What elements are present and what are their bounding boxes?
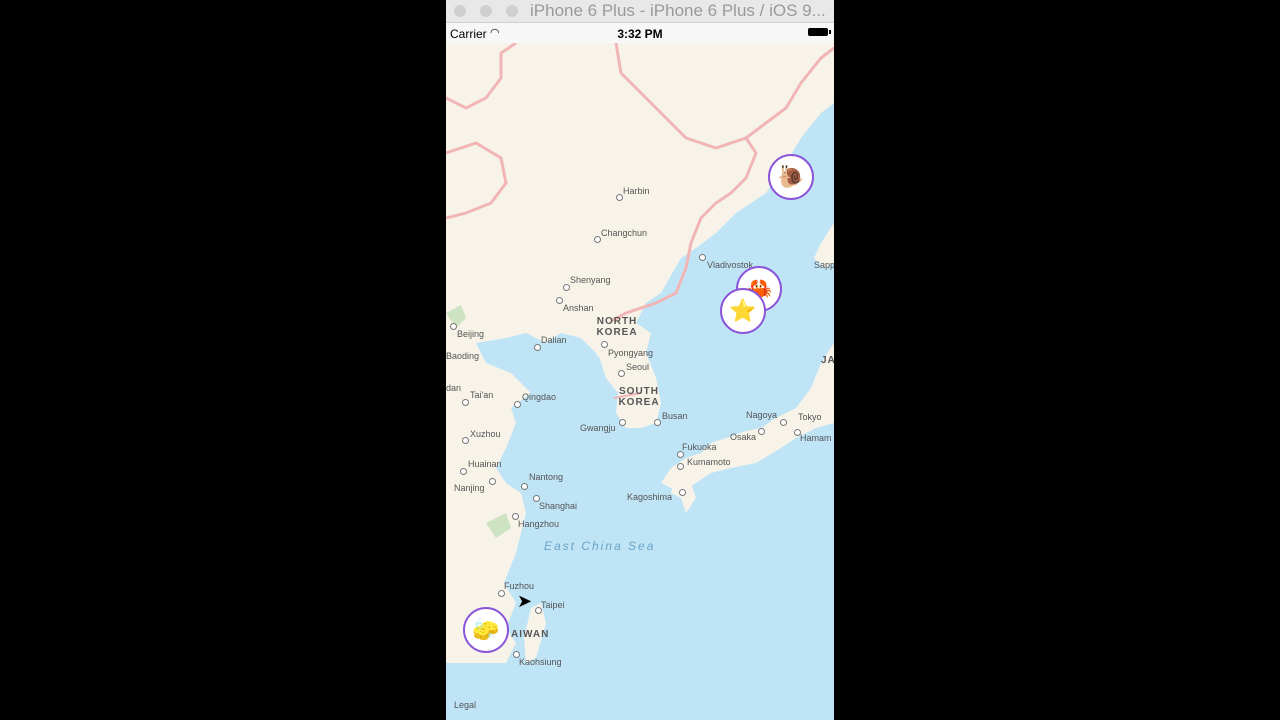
window-title: iPhone 6 Plus - iPhone 6 Plus / iOS 9...	[530, 1, 826, 20]
city-label-osaka: Osaka	[730, 432, 757, 442]
snail-character-icon[interactable]: 🐌	[768, 154, 814, 200]
legal-link[interactable]: Legal	[454, 700, 476, 710]
city-dot	[699, 254, 706, 261]
city-label-nanjing: Nanjing	[454, 483, 485, 493]
city-label-seoul: Seoul	[626, 362, 650, 372]
city-label-fukuoka: Fukuoka	[682, 442, 717, 452]
zoom-window-button[interactable]	[506, 5, 518, 17]
pin-glyph: 🧽	[472, 617, 500, 642]
city-label-xuzhou: Xuzhou	[470, 429, 501, 439]
city-dot	[450, 323, 457, 330]
city-label-taipei: Taipei	[541, 600, 565, 610]
pin-glyph: ⭐	[729, 298, 757, 323]
sea-label-east-china-sea: East China Sea	[544, 539, 656, 553]
map-view[interactable]: Harbin Changchun Vladivostok Sapp Shenya…	[446, 43, 834, 720]
city-dot	[679, 489, 686, 496]
starfish-character-icon[interactable]: ⭐	[720, 288, 766, 334]
country-label-taiwan: AIWAN	[511, 629, 550, 640]
city-label-baoding: Baoding	[446, 351, 480, 361]
city-label-kumamoto: Kumamoto	[687, 457, 731, 467]
city-dot	[654, 419, 661, 426]
ios-status-bar: Carrier ◠ 3:32 PM	[446, 23, 834, 43]
city-dot	[677, 463, 684, 470]
city-dot	[594, 236, 601, 243]
pin-glyph: 🐌	[777, 164, 805, 189]
city-dot	[462, 437, 469, 444]
country-label-japan: JA	[821, 355, 834, 366]
city-dot	[563, 284, 570, 291]
city-label-tokyo: Tokyo	[798, 412, 822, 422]
city-label-pyongyang: Pyongyang	[608, 348, 654, 358]
city-label-qingdao: Qingdao	[522, 392, 557, 402]
city-dot	[758, 428, 765, 435]
city-label-kagoshima: Kagoshima	[627, 492, 673, 502]
simulator-title-bar: iPhone 6 Plus - iPhone 6 Plus / iOS 9...	[446, 0, 834, 23]
city-label-harbin: Harbin	[623, 186, 650, 196]
city-dot	[780, 419, 787, 426]
city-label-huainan: Huainan	[468, 459, 502, 469]
close-window-button[interactable]	[454, 5, 466, 17]
city-label-fuzhou: Fuzhou	[504, 581, 535, 591]
city-dot	[460, 468, 467, 475]
city-label-anshan: Anshan	[563, 303, 594, 313]
city-label-hangzhou: Hangzhou	[518, 519, 560, 529]
country-label-south-korea: SOUTH KOREA	[618, 386, 660, 408]
city-label-nagoya: Nagoya	[746, 410, 778, 420]
city-dot	[521, 483, 528, 490]
status-time: 3:32 PM	[617, 27, 663, 41]
city-label-kaohsiung: Kaohsiung	[519, 657, 562, 667]
city-label-gwangju: Gwangju	[580, 423, 616, 433]
city-dot	[619, 419, 626, 426]
city-dot	[498, 590, 505, 597]
city-dot	[618, 370, 625, 377]
city-label-taian: Tai'an	[470, 390, 494, 400]
city-label-dan: dan	[446, 383, 462, 393]
mouse-cursor-icon: ➤	[517, 591, 533, 611]
city-dot	[534, 344, 541, 351]
city-label-shanghai: Shanghai	[539, 501, 578, 511]
city-dot	[514, 401, 521, 408]
city-dot	[616, 194, 623, 201]
city-dot	[601, 341, 608, 348]
city-label-dalian: Dalian	[541, 335, 567, 345]
city-dot	[489, 478, 496, 485]
battery-icon	[808, 28, 831, 36]
city-dot	[556, 297, 563, 304]
city-label-nantong: Nantong	[529, 472, 564, 482]
city-dot	[462, 399, 469, 406]
city-label-beijing: Beijing	[457, 329, 485, 339]
city-dot	[677, 451, 684, 458]
city-label-shenyang: Shenyang	[570, 275, 611, 285]
city-label-hamam: Hamam	[800, 433, 832, 443]
simulator-window: iPhone 6 Plus - iPhone 6 Plus / iOS 9...…	[446, 0, 834, 720]
city-label-changchun: Changchun	[601, 228, 648, 238]
sponge-character-icon[interactable]: 🧽	[463, 607, 509, 653]
city-label-sapporo: Sapp	[814, 260, 834, 270]
city-label-busan: Busan	[662, 411, 688, 421]
country-label-north-korea: NORTH KOREA	[596, 316, 638, 338]
minimize-window-button[interactable]	[480, 5, 492, 17]
